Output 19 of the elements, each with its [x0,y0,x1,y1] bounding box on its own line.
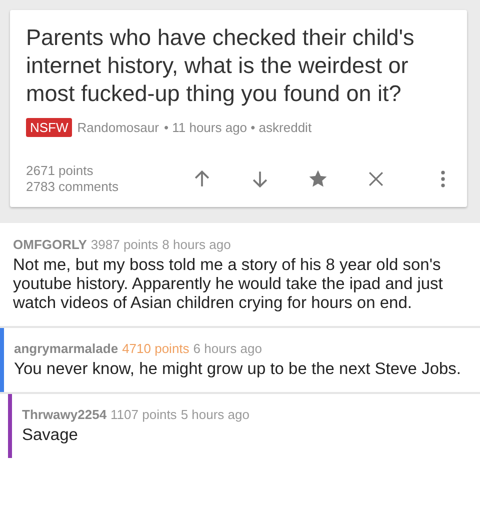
comment-author[interactable]: angrymarmalade [14,341,118,356]
more-icon[interactable] [439,168,447,190]
comment-points: 4710 points [122,341,190,356]
comment-text: You never know, he might grow up to be the next Steve Jobs. [14,360,462,379]
post-author[interactable]: Randomosaur [77,120,159,135]
comment-text: Not me, but my boss told me a story of his 8 year old son's youtube history. Apparently he would take the ipad and just watch videos of Asian children crying for hours on end. [13,256,444,313]
post-title: Parents who have checked their child's internet history, what is the weirdest or most fucked-up thing you found on it? [26,24,416,108]
comment-time: 8 hours ago [162,237,231,252]
comment-author[interactable]: Thrwawy2254 [22,407,107,422]
points-count: 2671 points [26,163,94,179]
comment-time: 6 hours ago [193,341,262,356]
comment-text: Savage [22,426,79,445]
comment-time: 5 hours ago [180,407,250,422]
comment-points: 1107 points [110,407,177,422]
post-meta: • 11 hours ago • askreddit [164,120,312,135]
comment-author[interactable]: OMFGORLY [13,237,87,252]
comments-count: 2783 comments [26,179,120,195]
nsfw-badge: NSFW [26,118,72,137]
comment-points: 3987 points [90,237,158,252]
